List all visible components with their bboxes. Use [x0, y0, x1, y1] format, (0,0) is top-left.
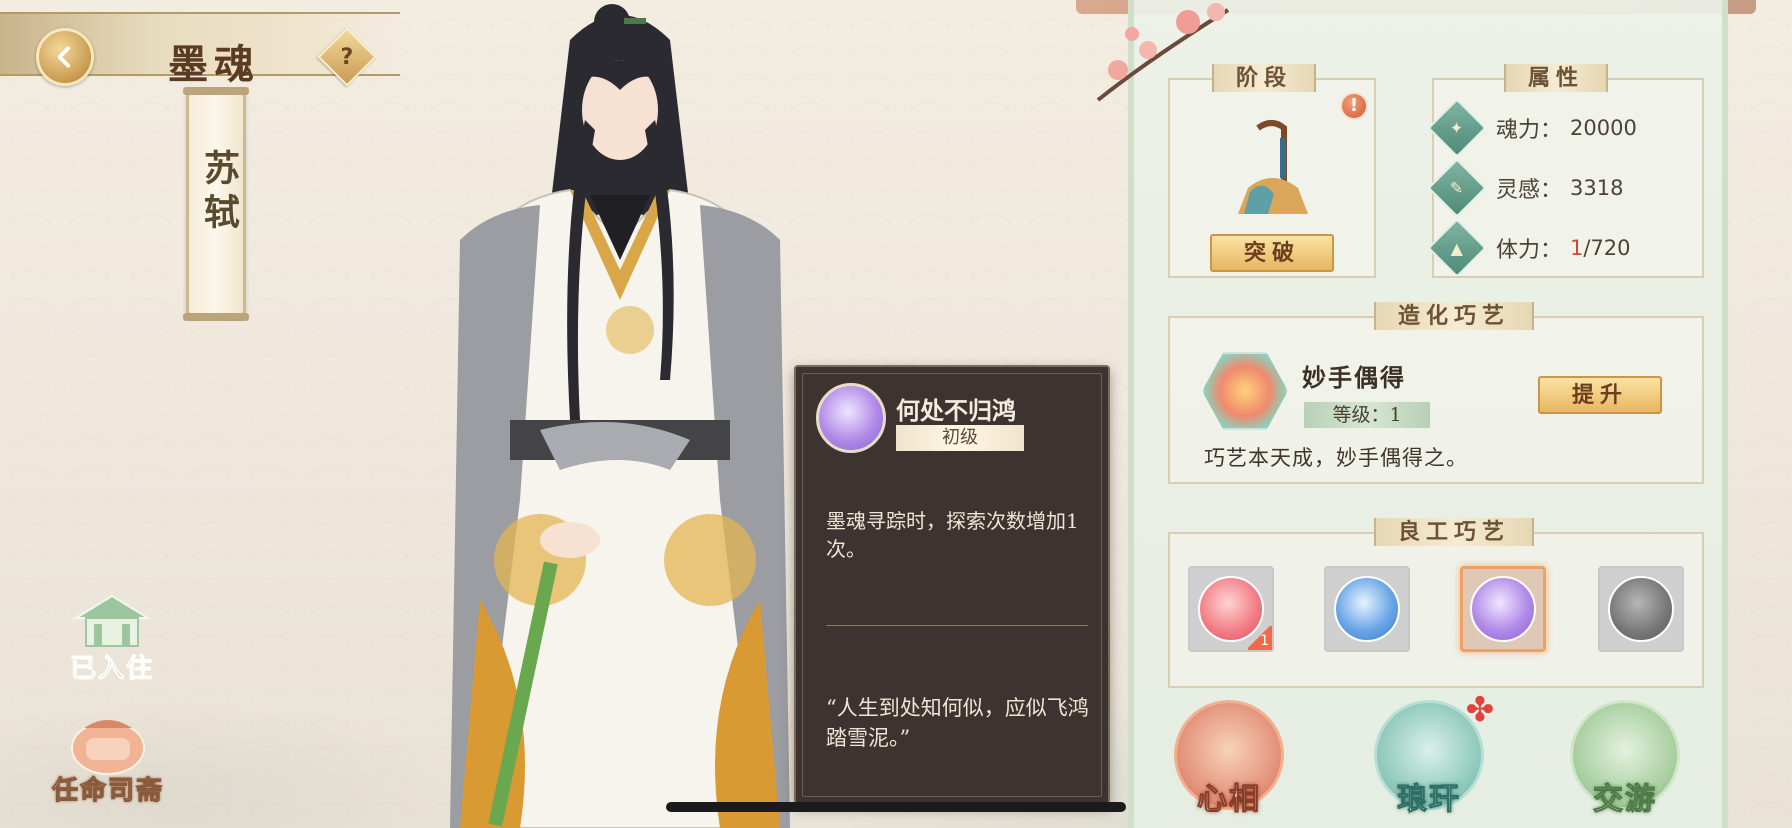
character-illustration	[450, 4, 790, 828]
craft-header: 造化巧艺	[1374, 302, 1535, 330]
umbrella-clock-icon	[1608, 576, 1674, 642]
nav-travel-button[interactable]: 交游	[1570, 700, 1680, 828]
attribute-row-inspiration: ✎ 灵感： 3318	[1427, 158, 1624, 218]
craft-description: 巧艺本天成，妙手偶得之。	[1204, 446, 1468, 470]
header-banner: 墨魂 ?	[0, 12, 400, 88]
page-title: 墨魂	[168, 41, 260, 88]
attribute-label: 体力：	[1496, 238, 1563, 263]
attribute-label: 灵感：	[1496, 178, 1563, 203]
stage-header: 阶段	[1212, 64, 1317, 92]
slot-badge: 1	[1248, 626, 1272, 650]
tooltip-divider	[826, 625, 1088, 626]
stamina-max: /720	[1583, 236, 1631, 260]
skill-slot-1[interactable]: 1	[1188, 566, 1274, 652]
back-button[interactable]	[36, 28, 94, 86]
good-craft-header: 良工巧艺	[1374, 518, 1535, 546]
appoint-button[interactable]: 任命司斋	[51, 710, 165, 807]
skill-name: 何处不归鸿	[896, 396, 1016, 425]
goose-icon	[816, 383, 886, 453]
residence-label: 已入住	[69, 654, 154, 685]
attribute-label: 魂力：	[1496, 118, 1563, 143]
skill-slot-3[interactable]	[1460, 566, 1546, 652]
upgrade-button[interactable]: 提升	[1538, 376, 1662, 414]
goose-icon	[1470, 576, 1536, 642]
craft-level: 等级：1	[1304, 402, 1430, 428]
skill-description: 墨魂寻踪时，探索次数增加1次。	[826, 509, 1079, 561]
craft-name: 妙手偶得	[1302, 363, 1406, 392]
skill-grade: 初级	[896, 425, 1024, 451]
character-name-scroll: 苏轼	[183, 87, 249, 321]
residence-button[interactable]: 已入住	[66, 588, 158, 685]
skill-slot-2[interactable]	[1324, 566, 1410, 652]
attribute-header: 属性	[1504, 64, 1609, 92]
appoint-label: 任命司斋	[51, 776, 165, 807]
attribute-row-stamina: ▲ 体力： 1/720	[1427, 218, 1631, 278]
skill-slot-4[interactable]	[1598, 566, 1684, 652]
skill-tooltip: 何处不归鸿 初级 墨魂寻踪时，探索次数增加1次。 “人生到处知何似，应似飞鸿踏雪…	[794, 365, 1110, 805]
brush-stand-icon	[1238, 120, 1308, 214]
help-icon: ?	[340, 44, 354, 70]
breakthrough-button[interactable]: 突破	[1210, 234, 1334, 272]
nav-travel-label: 交游	[1593, 782, 1657, 818]
attribute-value: 20000	[1570, 116, 1637, 140]
skill-quote: “人生到处知何似，应似飞鸿踏雪泥。”	[826, 696, 1089, 750]
back-arrow-icon	[57, 46, 71, 68]
character-name: 苏轼	[198, 149, 240, 237]
attribute-row-soul: ✦ 魂力： 20000	[1427, 98, 1637, 158]
nav-langgan-label: 琅玕	[1397, 782, 1461, 818]
blue-spirit-icon	[1334, 576, 1400, 642]
clover-badge-icon: ✤	[1465, 690, 1495, 730]
alert-icon[interactable]: !	[1340, 92, 1368, 120]
attribute-value: 1/720	[1570, 236, 1631, 260]
attribute-value: 3318	[1570, 176, 1624, 200]
nav-heart-label: 心相	[1197, 782, 1261, 818]
home-indicator[interactable]	[666, 802, 1126, 812]
nav-heart-button[interactable]: 心相	[1174, 700, 1284, 828]
stamina-current: 1	[1570, 236, 1584, 260]
